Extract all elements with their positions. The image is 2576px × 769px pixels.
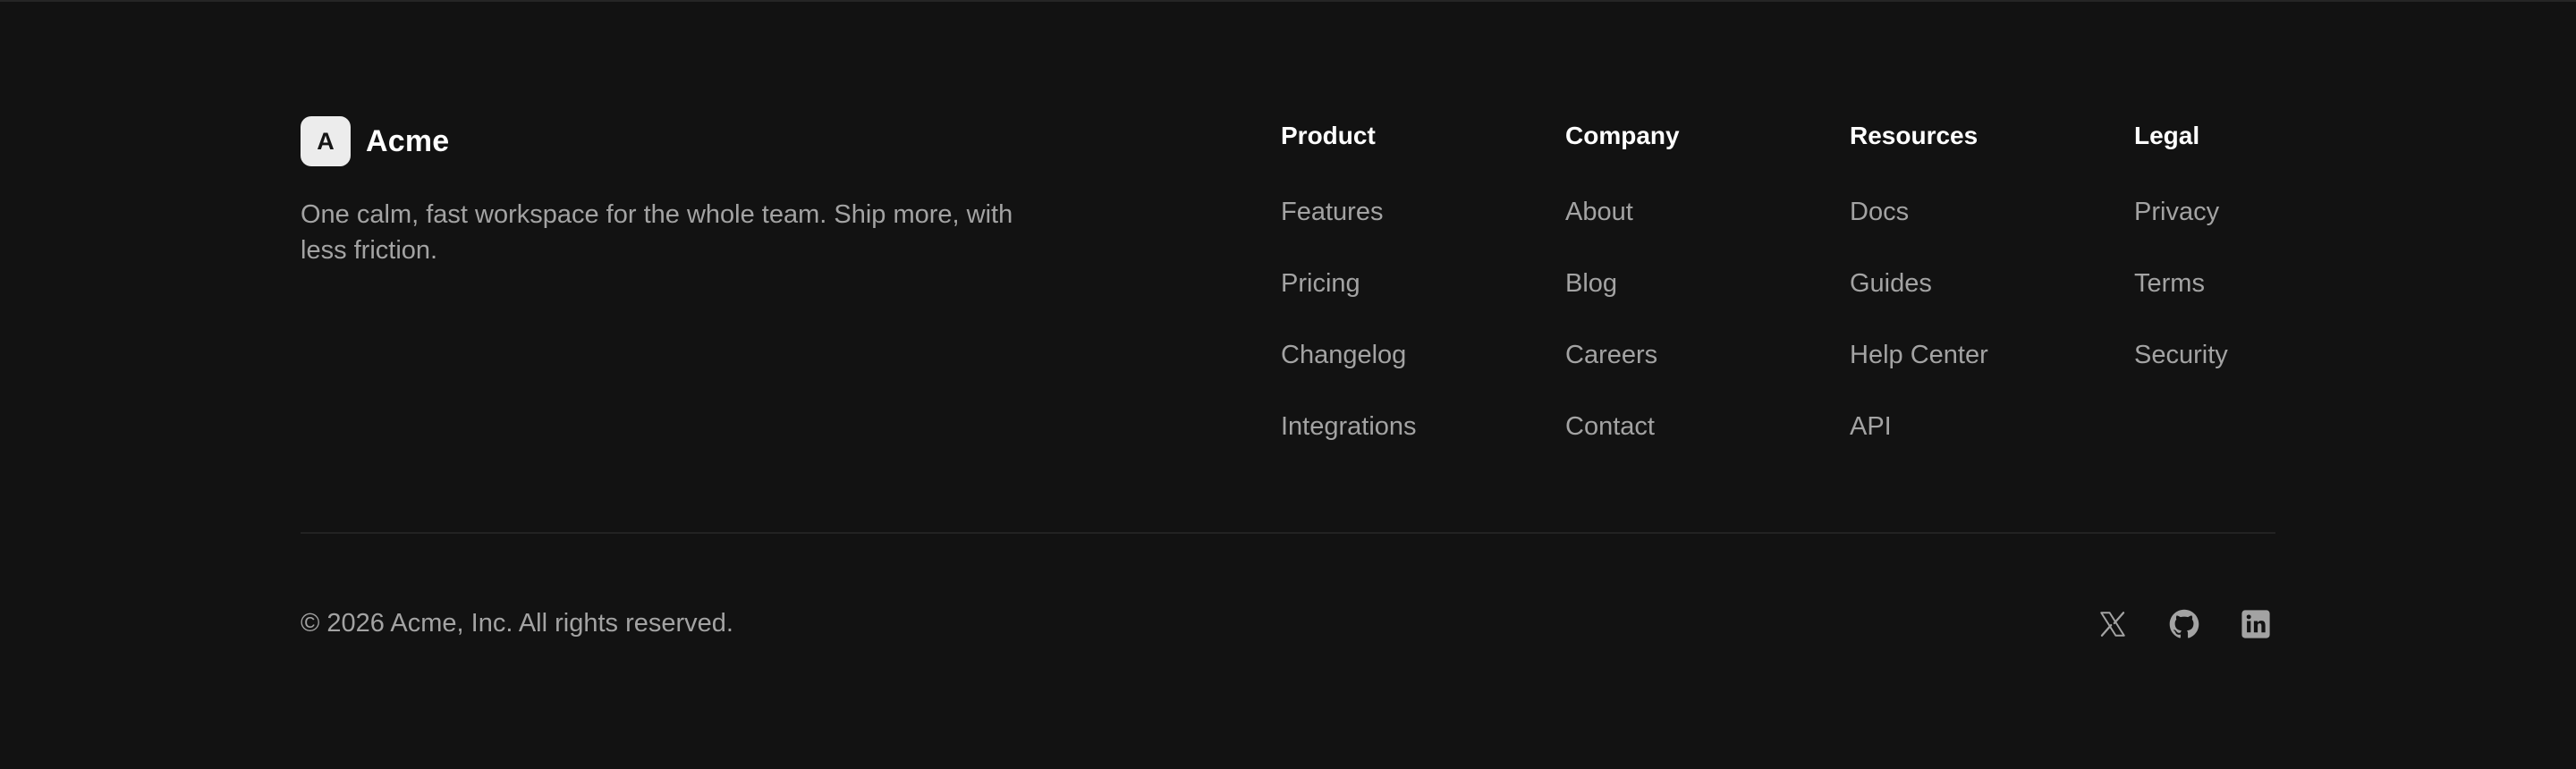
footer-column-product: Product Features Pricing Changelog Integ…: [1281, 118, 1549, 480]
linkedin-icon: [2241, 609, 2271, 639]
footer-link-help-center[interactable]: Help Center: [1850, 337, 1988, 373]
footer-column-resources: Resources Docs Guides Help Center API: [1850, 118, 2118, 480]
footer-link-integrations[interactable]: Integrations: [1281, 409, 1417, 444]
logo-badge[interactable]: A: [301, 116, 351, 166]
footer-inner: A Acme One calm, fast workspace for the …: [301, 2, 2275, 769]
footer-link-about[interactable]: About: [1565, 194, 1633, 230]
footer-link-guides[interactable]: Guides: [1850, 266, 1932, 301]
social-github-link[interactable]: [2165, 604, 2204, 644]
brand[interactable]: A Acme: [301, 116, 449, 166]
brand-tagline: One calm, fast workspace for the whole t…: [301, 200, 1013, 265]
link-list: Features Pricing Changelog Integrations: [1281, 194, 1549, 480]
footer-link-contact[interactable]: Contact: [1565, 409, 1655, 444]
footer-link-security[interactable]: Security: [2134, 337, 2228, 373]
brand-name[interactable]: Acme: [366, 124, 449, 159]
footer-link-careers[interactable]: Careers: [1565, 337, 1657, 373]
social-x-link[interactable]: [2093, 604, 2132, 644]
footer-column-company: Company About Blog Careers Contact: [1565, 118, 1834, 480]
column-title: Company: [1565, 122, 1680, 149]
footer-link-blog[interactable]: Blog: [1565, 266, 1617, 301]
footer-link-pricing[interactable]: Pricing: [1281, 266, 1360, 301]
column-title: Legal: [2134, 122, 2200, 149]
social-linkedin-link[interactable]: [2236, 604, 2275, 644]
footer-link-api[interactable]: API: [1850, 409, 1892, 444]
x-icon: [2097, 609, 2128, 639]
footer-link-docs[interactable]: Docs: [1850, 194, 1909, 230]
footer-column-legal: Legal Privacy Terms Security: [2134, 118, 2402, 409]
column-title: Product: [1281, 122, 1376, 149]
footer-link-terms[interactable]: Terms: [2134, 266, 2205, 301]
link-list: Docs Guides Help Center API: [1850, 194, 2118, 480]
footer-link-features[interactable]: Features: [1281, 194, 1383, 230]
copyright-text: © 2026 Acme, Inc. All rights reserved.: [301, 609, 733, 638]
footer-link-changelog[interactable]: Changelog: [1281, 337, 1406, 373]
social-links: [2061, 604, 2275, 644]
footer-link-privacy[interactable]: Privacy: [2134, 194, 2219, 230]
github-icon: [2169, 609, 2199, 639]
site-footer: A Acme One calm, fast workspace for the …: [0, 0, 2576, 769]
footer-divider: [301, 532, 2275, 534]
column-title: Resources: [1850, 122, 1979, 149]
link-list: Privacy Terms Security: [2134, 194, 2402, 409]
link-list: About Blog Careers Contact: [1565, 194, 1834, 480]
